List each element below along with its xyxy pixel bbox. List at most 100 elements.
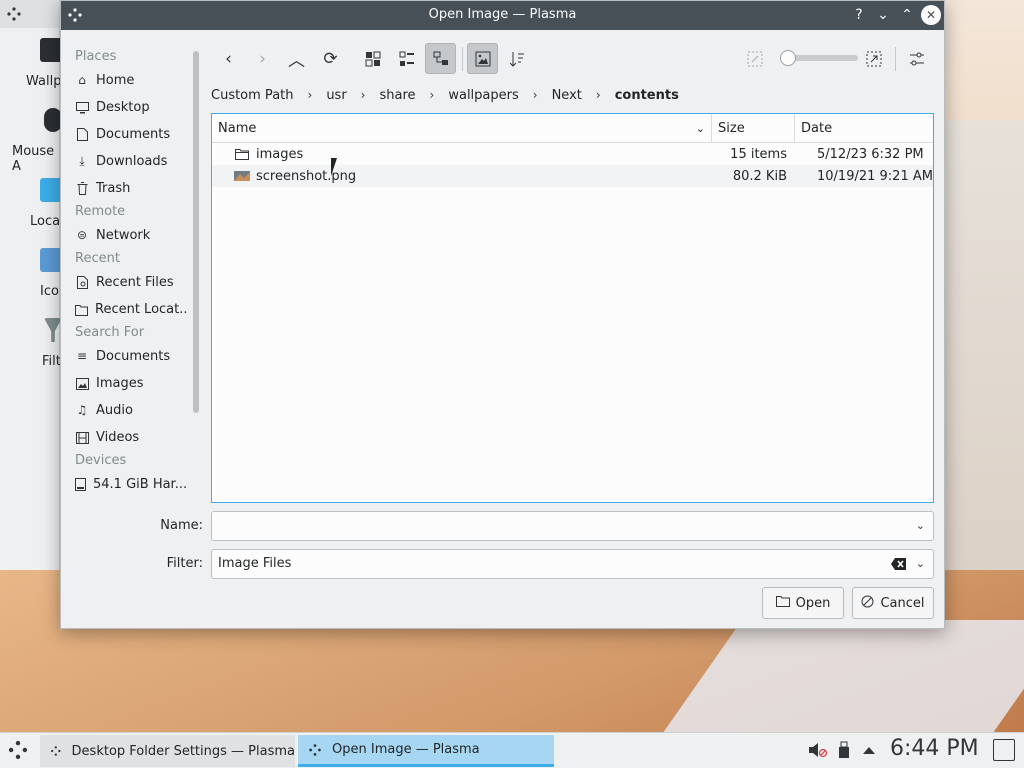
reload-button[interactable]: ⟳ xyxy=(315,43,346,74)
close-button[interactable]: ✕ xyxy=(921,5,941,25)
tree-view-icon xyxy=(433,51,448,65)
sidebar-item-label: 54.1 GiB Har... xyxy=(93,477,187,492)
preview-toggle-button[interactable] xyxy=(467,43,498,74)
sidebar-item-label: Home xyxy=(96,73,135,88)
sidebar-item-trash[interactable]: Trash xyxy=(71,175,187,202)
sidebar-item-downloads[interactable]: ⤓ Downloads xyxy=(71,148,187,175)
task-open-image[interactable]: Open Image — Plasma xyxy=(298,735,554,767)
breadcrumb-item[interactable]: Custom Path xyxy=(211,88,294,103)
volume-muted-icon[interactable] xyxy=(808,741,828,759)
zoom-in-button[interactable] xyxy=(858,43,889,74)
chevron-down-icon[interactable]: ⌄ xyxy=(916,550,925,578)
window-menu-icon[interactable] xyxy=(6,6,22,22)
sidebar-item-label: Documents xyxy=(96,349,171,364)
clear-text-icon[interactable] xyxy=(891,557,907,571)
titlebar[interactable]: Open Image — Plasma ? ⌄ ⌃ ✕ xyxy=(61,1,944,30)
sidebar-item-label: Videos xyxy=(96,430,140,445)
recent-locations-icon xyxy=(75,303,88,317)
table-row[interactable]: screenshot.png 80.2 KiB 10/19/21 9:21 AM xyxy=(212,165,933,187)
filter-label: Filter: xyxy=(166,556,203,571)
usb-device-icon[interactable] xyxy=(838,741,850,759)
breadcrumb-item[interactable]: usr xyxy=(326,88,346,103)
zoom-out-icon xyxy=(747,51,762,66)
column-header-size[interactable]: Size xyxy=(712,114,795,143)
recent-heading: Recent xyxy=(75,251,120,266)
audio-icon: ♫ xyxy=(76,403,88,417)
tree-view-button[interactable] xyxy=(425,43,456,74)
open-button[interactable]: Open xyxy=(762,587,844,619)
settings-sliders-icon xyxy=(909,52,924,65)
show-desktop-button[interactable] xyxy=(993,739,1015,761)
sidebar-item-images[interactable]: Images xyxy=(71,370,187,397)
sidebar-item-network[interactable]: ⊜ Network xyxy=(71,222,187,249)
zoom-slider[interactable] xyxy=(780,50,858,66)
breadcrumb-item[interactable]: Next xyxy=(552,88,582,103)
zoom-slider-handle[interactable] xyxy=(780,50,796,66)
places-sidebar: Places ⌂ Home Desktop Documents ⤓ Downlo… xyxy=(71,47,187,497)
options-button[interactable] xyxy=(901,43,932,74)
folder-icon xyxy=(234,147,250,161)
sidebar-item-home[interactable]: ⌂ Home xyxy=(71,67,187,94)
devices-heading: Devices xyxy=(75,453,127,468)
task-desktop-folder-settings[interactable]: Desktop Folder Settings — Plasma xyxy=(40,735,295,767)
sort-button[interactable] xyxy=(501,43,532,74)
back-button[interactable]: ‹ xyxy=(213,43,244,74)
open-image-dialog: Open Image — Plasma ? ⌄ ⌃ ✕ Places ⌂ Hom… xyxy=(60,0,945,629)
sidebar-item-recent-files[interactable]: Recent Files xyxy=(71,269,187,296)
chevron-right-icon: › xyxy=(532,88,538,102)
forward-button[interactable]: › xyxy=(247,43,278,74)
breadcrumb-item[interactable]: wallpapers xyxy=(448,88,518,103)
sidebar-item-videos[interactable]: Videos xyxy=(71,424,187,451)
table-row[interactable]: images 15 items 5/12/23 6:32 PM xyxy=(212,143,933,165)
breadcrumb-current[interactable]: contents xyxy=(615,88,679,103)
column-header-label: Size xyxy=(718,121,745,136)
sidebar-item-desktop[interactable]: Desktop xyxy=(71,94,187,121)
sidebar-item-label: Recent Files xyxy=(96,275,174,290)
sidebar-item-label: Trash xyxy=(96,181,131,196)
clock[interactable]: 6:44 PM xyxy=(890,736,979,761)
video-icon xyxy=(75,431,89,445)
sidebar-item-recent-locations[interactable]: Recent Locat... xyxy=(71,296,187,323)
reload-icon: ⟳ xyxy=(323,48,338,69)
column-header-name[interactable]: Name ⌄ xyxy=(212,114,712,143)
zoom-out-button[interactable] xyxy=(739,43,770,74)
breadcrumb-item[interactable]: share xyxy=(379,88,415,103)
filter-value: Image Files xyxy=(218,556,292,571)
cancel-button[interactable]: Cancel xyxy=(852,587,934,619)
cancel-button-label: Cancel xyxy=(880,595,925,611)
maximize-button[interactable]: ⌃ xyxy=(897,5,917,25)
column-header-label: Date xyxy=(801,121,833,136)
desktop-folder-settings-window: Wallp Mouse A Loca Ico Filt xyxy=(0,0,64,570)
sidebar-item-audio[interactable]: ♫ Audio xyxy=(71,397,187,424)
sidebar-scrollbar[interactable] xyxy=(193,51,199,413)
sidebar-item-label: Downloads xyxy=(96,154,168,169)
filter-combobox[interactable]: Image Files ⌄ xyxy=(211,549,934,579)
minimize-button[interactable]: ⌄ xyxy=(873,5,893,25)
desktop-icon xyxy=(75,101,89,115)
name-input[interactable] xyxy=(218,512,878,539)
sidebar-item-label: Network xyxy=(96,228,151,243)
file-list[interactable]: Name ⌄ Size Date images 15 items 5/12/23… xyxy=(211,113,934,503)
sidebar-item-harddisk[interactable]: 54.1 GiB Har... xyxy=(71,471,187,498)
icons-view-button[interactable] xyxy=(357,43,388,74)
name-combobox[interactable]: ⌄ xyxy=(211,511,934,541)
chevron-right-icon: › xyxy=(595,88,601,102)
sort-descending-icon: ⌄ xyxy=(695,122,705,135)
column-header-date[interactable]: Date xyxy=(795,114,933,143)
tray-expand-icon[interactable] xyxy=(862,745,876,755)
download-icon: ⤓ xyxy=(79,154,85,168)
help-button[interactable]: ? xyxy=(849,5,869,25)
search-for-heading: Search For xyxy=(75,325,145,340)
up-button[interactable]: ︿ xyxy=(281,43,312,74)
toolbar-separator xyxy=(895,47,896,71)
sidebar-item-documents[interactable]: Documents xyxy=(71,121,187,148)
harddisk-icon xyxy=(75,478,86,492)
app-launcher-icon[interactable] xyxy=(7,739,29,761)
compact-view-button[interactable] xyxy=(391,43,422,74)
file-name: images xyxy=(256,146,304,162)
column-header-label: Name xyxy=(218,121,257,136)
chevron-down-icon[interactable]: ⌄ xyxy=(916,512,925,540)
bg-item-label: Wallp xyxy=(26,74,62,89)
sidebar-item-search-documents[interactable]: ≡ Documents xyxy=(71,343,187,370)
chevron-right-icon: › xyxy=(307,88,313,102)
